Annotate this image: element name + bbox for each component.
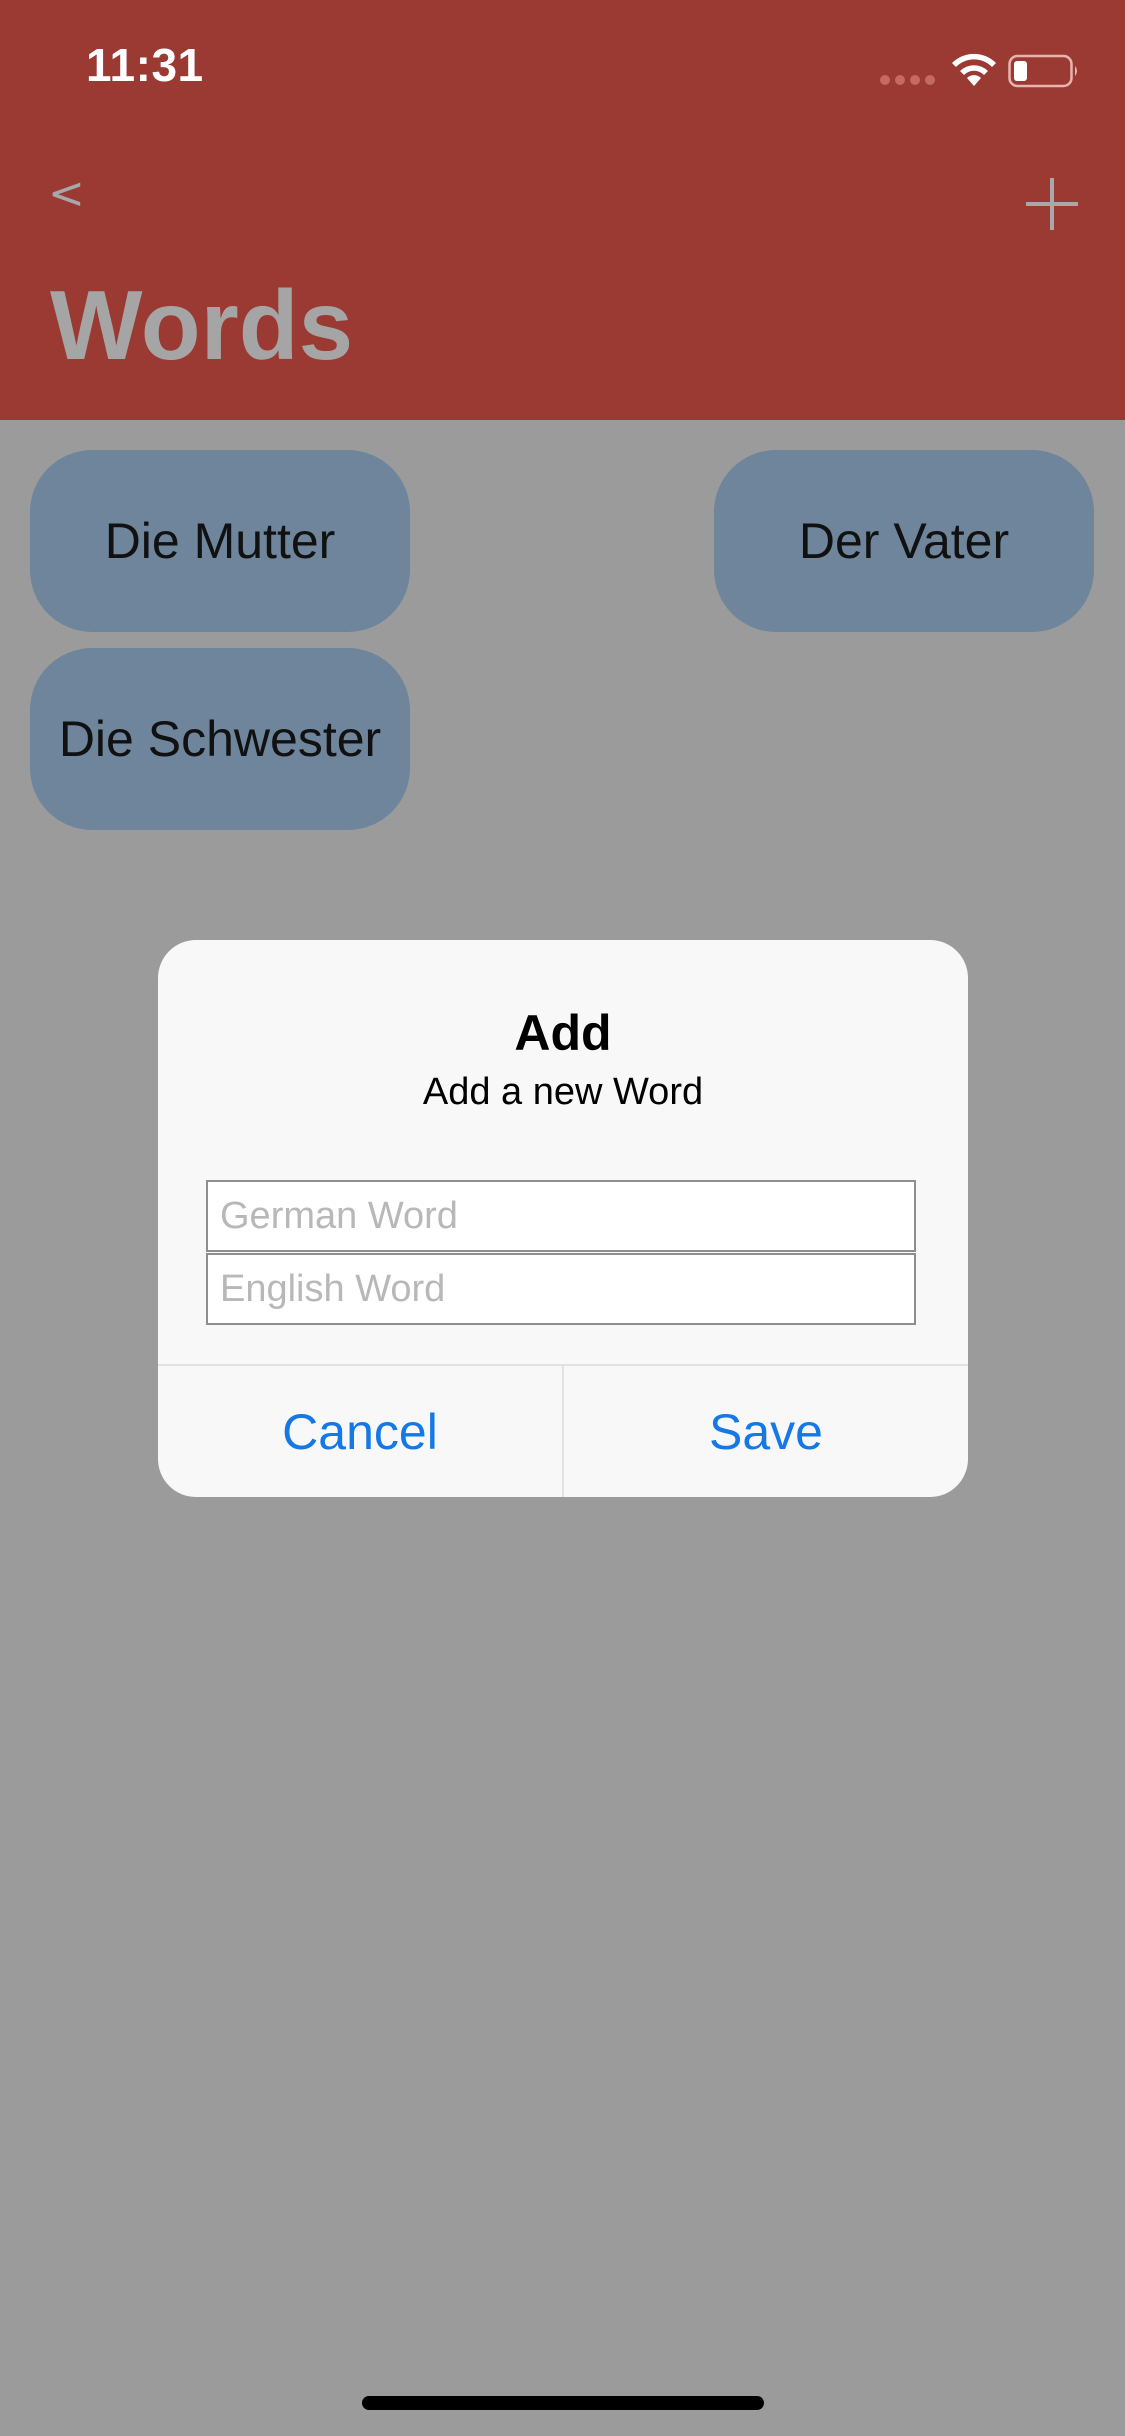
add-word-alert: Add Add a new Word German Word English W… <box>158 940 968 1497</box>
word-bubble[interactable]: Die Mutter <box>30 450 410 632</box>
home-indicator[interactable] <box>362 2396 764 2410</box>
status-time: 11:31 <box>86 39 204 91</box>
word-bubble[interactable]: Der Vater <box>714 450 1094 632</box>
screen: 11:31 < Words Die Mutter Der Vater Die S… <box>0 0 1125 2436</box>
wifi-icon <box>952 53 996 86</box>
battery-icon <box>1008 54 1077 88</box>
save-button[interactable]: Save <box>564 1366 968 1497</box>
word-bubble[interactable]: Die Schwester <box>30 648 410 830</box>
page-title: Words <box>50 270 354 380</box>
alert-title: Add <box>514 1005 612 1061</box>
back-button[interactable]: < <box>48 168 85 219</box>
cellular-signal-icon <box>880 75 936 85</box>
alert-message: Add a new Word <box>422 1071 704 1113</box>
navigation-header: 11:31 < Words <box>0 0 1125 420</box>
german-word-field[interactable]: German Word <box>206 1180 916 1252</box>
cancel-button[interactable]: Cancel <box>158 1366 562 1497</box>
english-word-field[interactable]: English Word <box>206 1253 916 1325</box>
plus-icon[interactable] <box>1024 176 1080 232</box>
